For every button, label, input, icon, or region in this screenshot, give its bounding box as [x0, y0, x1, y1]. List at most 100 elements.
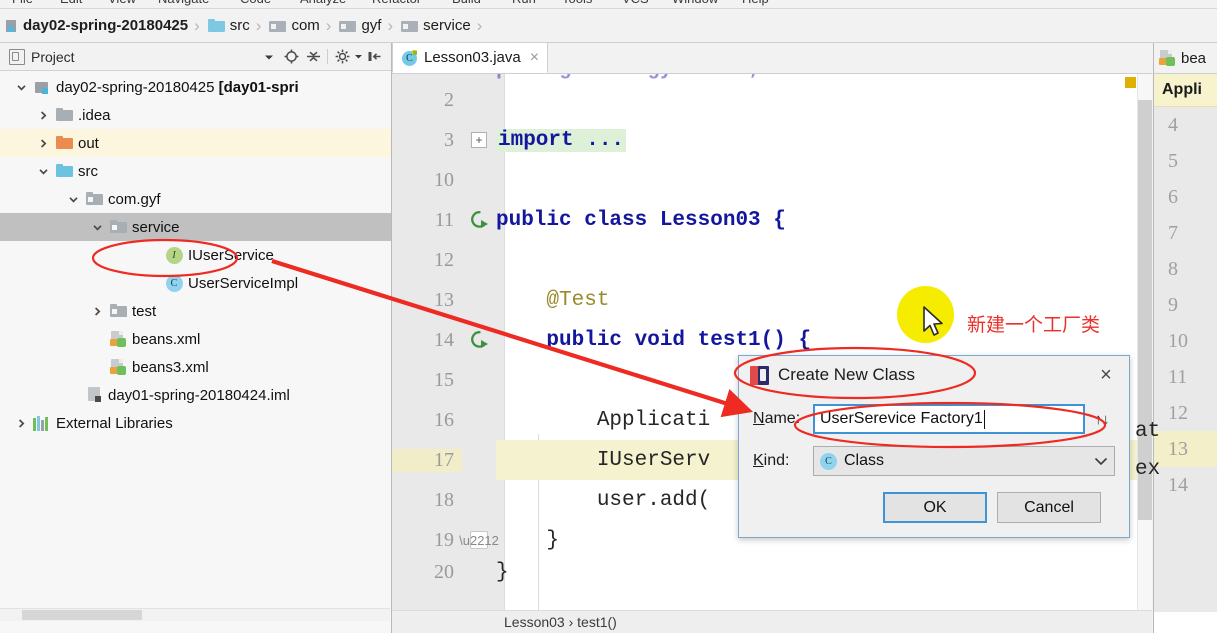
package-icon	[108, 220, 128, 234]
name-field-row: NName:ame: UserSerevice Factory1 ↑↓	[753, 402, 1115, 436]
secondary-editor-beans-xml: bea Appli 4 5 6 7 8 9 10 11 12 13 14	[1153, 43, 1217, 633]
tree-node-idea[interactable]: .idea	[0, 101, 391, 129]
dialog-title-bar: Create New Class ×	[739, 356, 1129, 394]
tree-node-label: day02-spring-20180425 [day01-spri	[56, 78, 299, 96]
chevron-down-icon[interactable]	[32, 166, 54, 177]
tree-node-userserviceimpl[interactable]: C UserServiceImpl	[0, 269, 391, 297]
tree-node-iuserservice[interactable]: I IUserService	[0, 241, 391, 269]
chevron-right-icon[interactable]	[32, 110, 54, 121]
gutter-mark[interactable]	[462, 329, 496, 351]
code-line[interactable]: 10	[392, 160, 1152, 200]
menu-item-navigate[interactable]: Navigate	[158, 0, 209, 6]
breadcrumb-separator: ›	[476, 15, 483, 35]
breadcrumb-item-src[interactable]: src	[202, 9, 252, 42]
editor-breadcrumb: Lesson03 › test1()	[504, 614, 617, 630]
menu-item-file[interactable]: File	[12, 0, 33, 6]
project-panel-toolbar[interactable]	[258, 46, 391, 68]
chevron-right-icon[interactable]	[86, 306, 108, 317]
tab-lesson03-java[interactable]: C Lesson03.java ×	[392, 43, 549, 73]
tree-node-label: External Libraries	[56, 414, 173, 432]
secondary-editor-gutter[interactable]: 4 5 6 7 8 9 10 11 12 13 14	[1154, 107, 1217, 612]
tree-node-service[interactable]: service	[0, 213, 391, 241]
code-line[interactable]: 12	[392, 240, 1152, 280]
breadcrumb-item-com[interactable]: com	[263, 9, 321, 42]
menu-bar[interactable]: File Edit View Navigate Code Analyze Ref…	[0, 0, 1217, 9]
chevron-down-icon[interactable]	[86, 222, 108, 233]
project-panel-horizontal-scrollbar[interactable]	[0, 608, 390, 621]
settings-gear-icon[interactable]	[331, 46, 353, 68]
menu-item-code[interactable]: Code	[240, 0, 271, 6]
hide-panel-icon[interactable]	[363, 46, 385, 68]
breadcrumb-item-service[interactable]: service	[395, 9, 473, 42]
gutter-mark[interactable]	[462, 209, 496, 231]
menu-item-run[interactable]: Run	[512, 0, 536, 6]
collapse-method-icon[interactable]: \u2212	[459, 531, 499, 549]
name-input[interactable]: UserSerevice Factory1	[813, 404, 1085, 434]
cancel-button[interactable]: Cancel	[997, 492, 1101, 523]
close-icon[interactable]: ×	[530, 49, 539, 67]
editor-notification-banner[interactable]: Appli	[1154, 74, 1217, 107]
menu-item-build[interactable]: Build	[452, 0, 481, 6]
kind-dropdown[interactable]: C Class	[813, 446, 1115, 476]
tree-node-external-libraries[interactable]: External Libraries	[0, 409, 391, 437]
tree-node-src[interactable]: src	[0, 157, 391, 185]
create-new-class-dialog[interactable]: Create New Class × NName:ame: UserSerevi…	[738, 355, 1130, 538]
gutter-mark[interactable]: \u2212	[459, 531, 499, 549]
project-panel-title[interactable]: Project	[0, 48, 75, 65]
gutter-mark[interactable]: +	[462, 132, 496, 148]
close-icon[interactable]: ×	[1091, 361, 1121, 389]
code-editor: C Lesson03.java × 1 package com.gyf.test…	[392, 43, 1152, 633]
code-line[interactable]: 11 public class Lesson03 {	[392, 200, 1152, 240]
menu-item-tools[interactable]: Tools	[562, 0, 592, 6]
name-input-value: UserSerevice Factory1	[820, 410, 983, 427]
code-line[interactable]: 3 + import ...	[392, 120, 1152, 160]
tree-node-out[interactable]: out	[0, 129, 391, 157]
editor-tab-bar[interactable]: C Lesson03.java ×	[392, 43, 1152, 74]
collapse-all-icon[interactable]	[302, 46, 324, 68]
breadcrumb-item-gyf[interactable]: gyf	[333, 9, 383, 42]
ok-button[interactable]: OK	[883, 492, 987, 523]
expand-imports-icon[interactable]: +	[471, 132, 487, 148]
menu-item-help[interactable]: Help	[742, 0, 769, 6]
tree-node-iml-file[interactable]: day01-spring-20180424.iml	[0, 381, 391, 409]
run-class-icon[interactable]	[468, 209, 490, 231]
line-number: 15	[434, 368, 454, 391]
code-line[interactable]: 20 }	[392, 560, 1152, 584]
menu-item-vcs[interactable]: VCS	[622, 0, 649, 6]
chevron-down-icon[interactable]	[10, 82, 32, 93]
code-line[interactable]: 2	[392, 80, 1152, 120]
tree-node-beans-xml[interactable]: beans.xml	[0, 325, 391, 353]
settings-dropdown-icon[interactable]	[353, 46, 363, 68]
chevron-right-icon[interactable]	[32, 138, 54, 149]
menu-item-edit[interactable]: Edit	[60, 0, 82, 6]
editor-breadcrumb-bar[interactable]: Lesson03 › test1()	[392, 610, 1152, 633]
chevron-right-icon[interactable]	[10, 418, 32, 429]
run-test-icon[interactable]	[468, 329, 490, 351]
line-number: 11	[1168, 365, 1188, 388]
editor-scrollbar[interactable]	[1137, 74, 1152, 613]
project-tree[interactable]: day02-spring-20180425 [day01-spri .idea …	[0, 71, 391, 437]
menu-item-refactor[interactable]: Refactor	[372, 0, 421, 6]
chevron-down-icon[interactable]	[62, 194, 84, 205]
chevron-down-icon[interactable]	[1094, 454, 1108, 469]
menu-item-analyze[interactable]: Analyze	[300, 0, 346, 6]
breadcrumb-item-module[interactable]: day02-spring-20180425	[0, 9, 190, 42]
locate-file-icon[interactable]	[280, 46, 302, 68]
view-mode-dropdown-icon[interactable]	[258, 46, 280, 68]
tree-node-beans3-xml[interactable]: beans3.xml	[0, 353, 391, 381]
scrollbar-thumb[interactable]	[22, 610, 142, 620]
inspection-warning-marker[interactable]	[1125, 77, 1136, 88]
tree-node-module[interactable]: day02-spring-20180425 [day01-spri	[0, 73, 391, 101]
history-updown-icon[interactable]: ↑↓	[1089, 411, 1115, 428]
tree-node-test[interactable]: test	[0, 297, 391, 325]
navigation-bar[interactable]: day02-spring-20180425 › src › com › gyf …	[0, 9, 1217, 43]
secondary-editor-tab-bar[interactable]: bea	[1154, 43, 1217, 74]
tree-node-com-gyf[interactable]: com.gyf	[0, 185, 391, 213]
line-number: 1	[392, 74, 462, 78]
package-folder-icon	[269, 19, 287, 33]
menu-item-window[interactable]: Window	[672, 0, 718, 6]
kind-dropdown-value: Class	[844, 452, 885, 469]
scrollbar-thumb[interactable]	[1138, 100, 1152, 520]
menu-item-view[interactable]: View	[108, 0, 136, 6]
